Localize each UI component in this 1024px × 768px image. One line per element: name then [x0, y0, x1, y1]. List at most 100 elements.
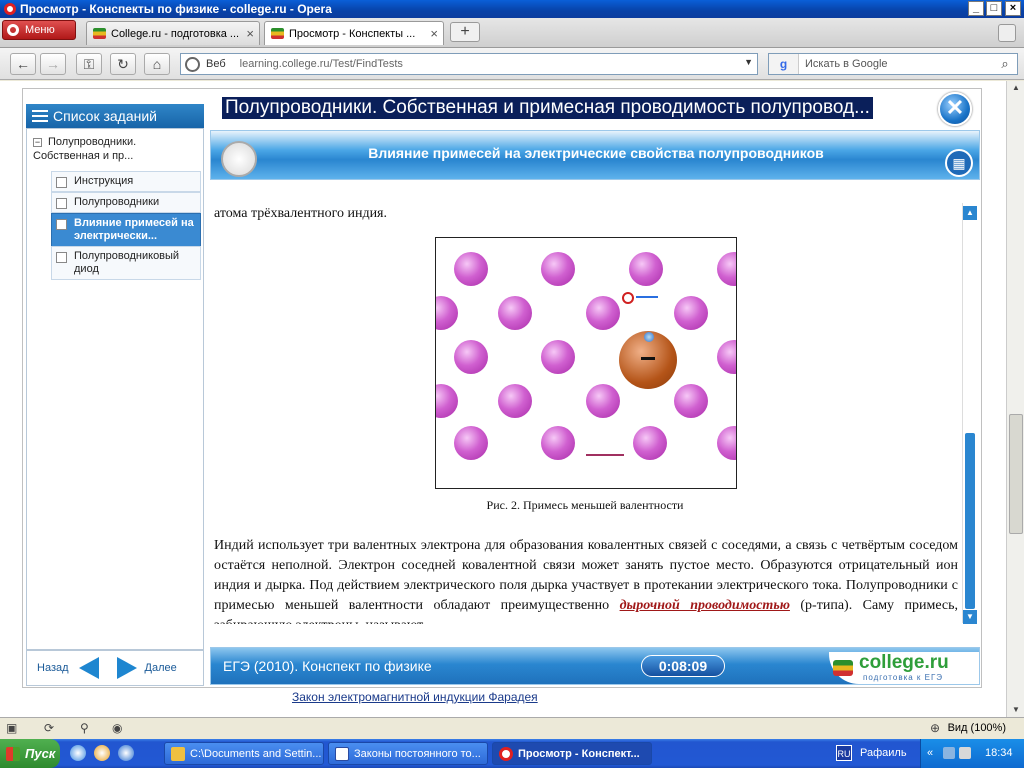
- atom: [541, 340, 575, 374]
- scroll-down-icon[interactable]: ▼: [963, 610, 977, 624]
- hole-conductivity-link[interactable]: дырочной проводимостью: [620, 598, 790, 613]
- unite-icon[interactable]: ⚲: [80, 721, 89, 735]
- address-toolbar: ← → ⚿ ↻ ⌂ Веб learning.college.ru/Test/F…: [0, 48, 1024, 80]
- reload-button[interactable]: ↻: [110, 53, 136, 75]
- turbo-icon[interactable]: ◉: [112, 721, 122, 735]
- electron: [644, 332, 654, 342]
- opera-icon: [499, 746, 513, 761]
- sidebar-title: Список заданий: [53, 108, 158, 124]
- forward-button[interactable]: →: [40, 53, 66, 75]
- course-title-text: Полупроводники. Собственная и примесная …: [222, 97, 873, 119]
- atom: [586, 296, 620, 330]
- content-scrollbar[interactable]: ▲ ▼: [962, 203, 977, 624]
- scroll-up-icon[interactable]: ▲: [1009, 81, 1023, 95]
- tab-close-icon[interactable]: ×: [246, 26, 254, 41]
- scroll-thumb[interactable]: [965, 433, 975, 609]
- firefox-icon[interactable]: [94, 745, 110, 761]
- atom: [717, 252, 736, 286]
- taskbar-explorer[interactable]: C:\Documents and Settin...: [164, 742, 324, 765]
- close-course-button[interactable]: ✕: [938, 92, 972, 126]
- search-icon[interactable]: ⌕: [993, 56, 1017, 72]
- panel-toggle-icon[interactable]: ▣: [6, 721, 17, 735]
- page-icon: [56, 252, 67, 263]
- chevron-down-icon[interactable]: ▼: [744, 57, 753, 67]
- search-placeholder: Искать в Google: [805, 58, 888, 70]
- back-button[interactable]: ←: [10, 53, 36, 75]
- tree-root-label: Полупроводники. Собственная и пр...: [33, 136, 137, 162]
- opera-menu-button[interactable]: Меню: [2, 20, 76, 40]
- network-icon[interactable]: [943, 747, 955, 759]
- ie-icon[interactable]: [118, 745, 134, 761]
- minimize-button[interactable]: _: [968, 1, 984, 16]
- word-icon: [335, 746, 349, 761]
- tab-viewer[interactable]: Просмотр - Конспекты ... ×: [264, 21, 444, 45]
- page-link[interactable]: Закон электромагнитной индукции Фарадея: [292, 690, 538, 704]
- course-title: Полупроводники. Собственная и примесная …: [222, 96, 936, 120]
- search-field[interactable]: g Искать в Google ⌕: [768, 53, 1018, 75]
- atom: [717, 340, 736, 374]
- tree-item-label: Инструкция: [74, 175, 134, 187]
- atom: [498, 384, 532, 418]
- taskbar-opera[interactable]: Просмотр - Конспект...: [492, 742, 652, 765]
- folder-icon: [171, 746, 185, 761]
- taskbar-word[interactable]: Законы постоянного то...: [328, 742, 488, 765]
- tray-expand-icon[interactable]: «: [927, 747, 933, 759]
- zoom-icon[interactable]: ⊕: [930, 721, 940, 735]
- close-window-button[interactable]: ×: [1005, 1, 1021, 16]
- task-tree: − Полупроводники. Собственная и пр... Инс…: [26, 128, 204, 650]
- tree-item-label: Полупроводники: [74, 196, 160, 208]
- atom: [717, 426, 736, 460]
- taskbar-label: Законы постоянного то...: [354, 747, 481, 760]
- section-header: Влияние примесей на электрические свойст…: [210, 130, 980, 180]
- windows-logo-icon: [6, 746, 20, 761]
- tree-item-semiconductors[interactable]: Полупроводники: [51, 192, 201, 213]
- college-favicon-icon: [93, 28, 106, 39]
- forward-label[interactable]: Далее: [145, 662, 177, 674]
- grid-icon[interactable]: ▦: [945, 149, 973, 177]
- clock[interactable]: 18:34: [985, 747, 1013, 759]
- taskbar-label: Просмотр - Конспект...: [518, 747, 640, 760]
- collapse-icon[interactable]: −: [33, 138, 42, 147]
- zoom-level[interactable]: Вид (100%): [948, 722, 1006, 734]
- atom: [454, 340, 488, 374]
- start-label: Пуск: [25, 746, 56, 761]
- web-label: Веб: [206, 58, 226, 70]
- start-button[interactable]: Пуск: [0, 739, 60, 768]
- minus-icon: [641, 357, 655, 360]
- notes-icon[interactable]: [221, 141, 257, 177]
- scroll-thumb[interactable]: [1009, 414, 1023, 534]
- address-field[interactable]: Веб learning.college.ru/Test/FindTests ▼: [180, 53, 758, 75]
- media-player-icon[interactable]: [70, 745, 86, 761]
- google-icon[interactable]: g: [769, 54, 799, 74]
- text-top: атома трёхвалентного индия.: [214, 206, 387, 221]
- page-scrollbar[interactable]: ▲ ▼: [1006, 81, 1024, 717]
- tab-close-icon[interactable]: ×: [430, 26, 438, 41]
- tree-item-label: Влияние примесей на электрически...: [74, 217, 194, 242]
- tab-college[interactable]: College.ru - подготовка ... ×: [86, 21, 260, 45]
- arrow-right-icon: →: [46, 56, 60, 72]
- language-indicator[interactable]: RU: [836, 745, 852, 761]
- page-icon: [56, 177, 67, 188]
- tree-item-instruction[interactable]: Инструкция: [51, 171, 201, 192]
- arrow-right-icon[interactable]: [116, 657, 137, 679]
- arrow-left-icon[interactable]: [78, 657, 99, 679]
- system-tray: « 18:34: [920, 739, 1024, 768]
- tree-item-diode[interactable]: Полупроводниковый диод: [51, 246, 201, 280]
- tree-root[interactable]: − Полупроводники. Собственная и пр...: [33, 135, 201, 163]
- maximize-button[interactable]: □: [986, 1, 1002, 16]
- scroll-down-icon[interactable]: ▼: [1009, 703, 1023, 717]
- trash-icon[interactable]: [998, 24, 1016, 42]
- tab-bar: Меню College.ru - подготовка ... × Просм…: [0, 18, 1024, 48]
- new-tab-button[interactable]: +: [450, 22, 480, 42]
- logo-subtitle: подготовка к ЕГЭ: [863, 673, 944, 682]
- window-title-bar[interactable]: Просмотр - Конспекты по физике - college…: [0, 0, 1024, 18]
- home-button[interactable]: ⌂: [144, 53, 170, 75]
- volume-icon[interactable]: [959, 747, 971, 759]
- wand-button[interactable]: ⚿: [76, 53, 102, 75]
- tree-item-label: Полупроводниковый диод: [74, 250, 180, 275]
- back-label[interactable]: Назад: [37, 662, 69, 674]
- page-icon: [56, 219, 67, 230]
- tree-item-impurities[interactable]: Влияние примесей на электрически...: [51, 213, 201, 247]
- sync-icon[interactable]: ⟳: [44, 721, 54, 735]
- scroll-up-icon[interactable]: ▲: [963, 206, 977, 220]
